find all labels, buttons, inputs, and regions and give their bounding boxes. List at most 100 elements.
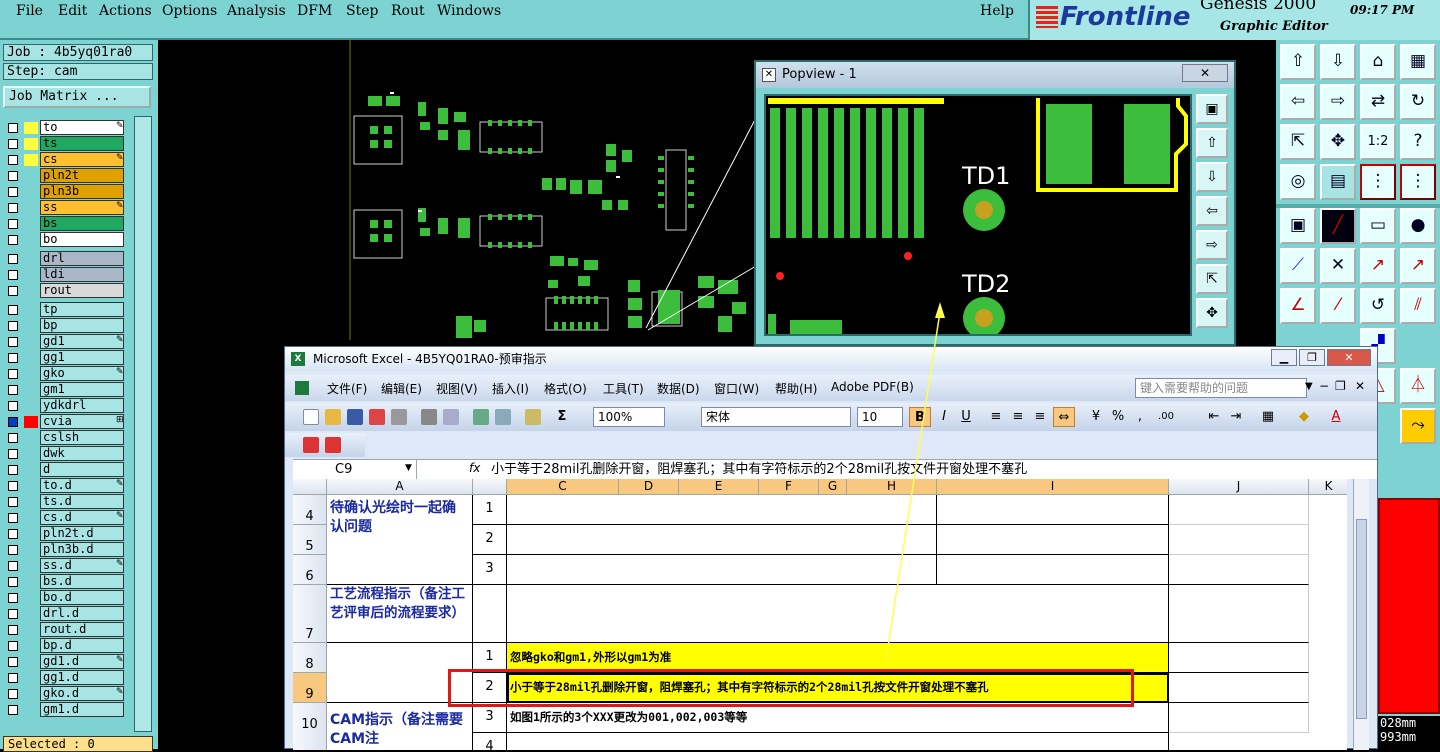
grid-icon[interactable]: ▤ <box>1320 164 1356 200</box>
cell-a10[interactable]: CAM指示（备注需要CAM注 <box>327 703 473 750</box>
layer-row-bp-d[interactable]: bp.d <box>4 638 128 653</box>
layer-row-pln2t-d[interactable]: pln2t.d <box>4 526 128 541</box>
cell-j4[interactable] <box>1169 495 1309 525</box>
zoom-select[interactable]: 100% <box>593 407 665 427</box>
layer-row-gko-d[interactable]: gko.d ✎ <box>4 686 128 701</box>
layer-name[interactable]: gko <box>40 366 124 381</box>
help-search-input[interactable]: 键入需要帮助的问题 <box>1135 378 1307 398</box>
col-header-k[interactable]: K <box>1309 479 1347 495</box>
layer-row-cvia[interactable]: cvia ⊞ <box>4 414 128 429</box>
layer-name[interactable]: pln2t.d <box>40 526 124 541</box>
cell-c8[interactable]: 忽略gko和gm1,外形以gm1为准 <box>507 643 1169 673</box>
layer-name[interactable]: gd1 <box>40 334 124 349</box>
layer-name[interactable]: bo.d <box>40 590 124 605</box>
layer-row-gg1[interactable]: gg1 <box>4 350 128 365</box>
cell-i6[interactable] <box>937 555 1169 585</box>
layer-name[interactable]: gd1.d <box>40 654 124 669</box>
layer-color-swatch[interactable] <box>24 304 38 316</box>
col-header-a[interactable]: A <box>327 479 473 495</box>
row-header-4[interactable]: 4 <box>293 495 327 525</box>
menu-step[interactable]: Step <box>346 3 378 19</box>
layer-name[interactable]: gg1 <box>40 350 124 365</box>
layer-checkbox[interactable] <box>8 139 18 149</box>
col-header-i[interactable]: I <box>937 479 1169 495</box>
xl-menu-edit[interactable]: 编辑(E) <box>381 380 422 397</box>
window-grid-icon[interactable]: ▦ <box>1400 44 1436 80</box>
layer-color-swatch[interactable] <box>24 234 38 246</box>
layer-checkbox[interactable] <box>8 705 18 715</box>
layer-row-bo-d[interactable]: bo.d <box>4 590 128 605</box>
cell-j6[interactable] <box>1169 555 1309 585</box>
layer-name[interactable]: rout.d <box>40 622 124 637</box>
layer-row-bo[interactable]: bo <box>4 232 128 247</box>
layer-row-ss-d[interactable]: ss.d ✎ <box>4 558 128 573</box>
excel-titlebar[interactable]: Microsoft Excel - 4B5YQ01RA0-预审指示 <box>285 347 1377 371</box>
layer-name[interactable]: pln3b.d <box>40 542 124 557</box>
cross-icon[interactable]: ✕ <box>1320 248 1356 284</box>
cell-a8-a9[interactable] <box>327 643 473 703</box>
layer-checkbox[interactable] <box>8 187 18 197</box>
menu-file[interactable]: File <box>16 3 43 19</box>
layer-checkbox[interactable] <box>8 497 18 507</box>
layer-row-pln3b[interactable]: pln3b <box>4 184 128 199</box>
cell-j7[interactable] <box>1169 585 1309 643</box>
layer-name[interactable]: bp <box>40 318 124 333</box>
font-select[interactable]: 宋体 <box>701 407 851 427</box>
layer-checkbox[interactable] <box>8 641 18 651</box>
borders-icon[interactable]: ▦ <box>1257 407 1279 427</box>
layer-name[interactable]: cs.d <box>40 510 124 525</box>
cell-b6[interactable]: 3 <box>473 555 507 585</box>
layer-color-swatch[interactable] <box>24 352 38 364</box>
layer-checkbox[interactable] <box>8 155 18 165</box>
cell-c7[interactable] <box>507 585 1169 643</box>
namebox-dropdown-icon[interactable]: ▼ <box>405 463 412 473</box>
name-box[interactable]: C9 <box>293 460 417 480</box>
fx-icon[interactable]: fx <box>469 461 480 475</box>
cell-c11[interactable] <box>507 733 1169 750</box>
layer-row-ydkdrl[interactable]: ydkdrl <box>4 398 128 413</box>
layer-color-swatch[interactable] <box>24 656 38 668</box>
cell-b4[interactable]: 1 <box>473 495 507 525</box>
permission-icon[interactable] <box>369 409 385 425</box>
layer-red-icon[interactable]: ⋮ <box>1360 164 1396 200</box>
pv-center-icon[interactable]: ✥ <box>1196 298 1228 328</box>
layer-checkbox[interactable] <box>8 449 18 459</box>
layer-row-cs[interactable]: cs ✎ <box>4 152 128 167</box>
layer-color-swatch[interactable] <box>24 122 38 134</box>
layer-name[interactable]: bs.d <box>40 574 124 589</box>
layer-row-bs-d[interactable]: bs.d <box>4 574 128 589</box>
layer-checkbox[interactable] <box>8 203 18 213</box>
layer-color-swatch[interactable] <box>24 368 38 380</box>
layer-name[interactable]: to.d <box>40 478 124 493</box>
layer-row-gg1-d[interactable]: gg1.d <box>4 670 128 685</box>
layer-name[interactable]: gm1.d <box>40 702 124 717</box>
cell-j8[interactable] <box>1169 643 1309 673</box>
save-icon[interactable] <box>347 409 363 425</box>
menu-help[interactable]: Help <box>980 3 1014 19</box>
layer-checkbox[interactable] <box>8 235 18 245</box>
layer-name[interactable]: ts.d <box>40 494 124 509</box>
pv-up-icon[interactable]: ⇧ <box>1196 128 1228 158</box>
layer-color-swatch[interactable] <box>24 512 38 524</box>
menu-rout[interactable]: Rout <box>391 3 425 19</box>
cell-b10[interactable]: 3 <box>473 703 507 733</box>
pv-down-icon[interactable]: ⇩ <box>1196 162 1228 192</box>
layer-row-dwk[interactable]: dwk <box>4 446 128 461</box>
layer-checkbox[interactable] <box>8 219 18 229</box>
layer-color-swatch[interactable] <box>24 592 38 604</box>
layer-row-cslsh[interactable]: cslsh <box>4 430 128 445</box>
rotate-icon[interactable]: ↻ <box>1400 84 1436 120</box>
layer-row-gko[interactable]: gko ✎ <box>4 366 128 381</box>
layer-black-icon[interactable]: ⋮ <box>1400 164 1436 200</box>
underline-button[interactable]: U <box>955 407 977 427</box>
print-preview-icon[interactable] <box>443 409 459 425</box>
xl-menu-tools[interactable]: 工具(T) <box>603 380 644 397</box>
layer-row-ss[interactable]: ss ✎ <box>4 200 128 215</box>
connect-icon[interactable]: ⟋ <box>1280 248 1316 284</box>
layer-color-swatch[interactable] <box>24 480 38 492</box>
align-right-icon[interactable]: ≡ <box>1029 407 1051 427</box>
layer-color-swatch[interactable] <box>24 336 38 348</box>
layer-checkbox[interactable] <box>8 254 18 264</box>
currency-icon[interactable]: ¥ <box>1085 407 1107 427</box>
layer-row-drl[interactable]: drl <box>4 251 128 266</box>
